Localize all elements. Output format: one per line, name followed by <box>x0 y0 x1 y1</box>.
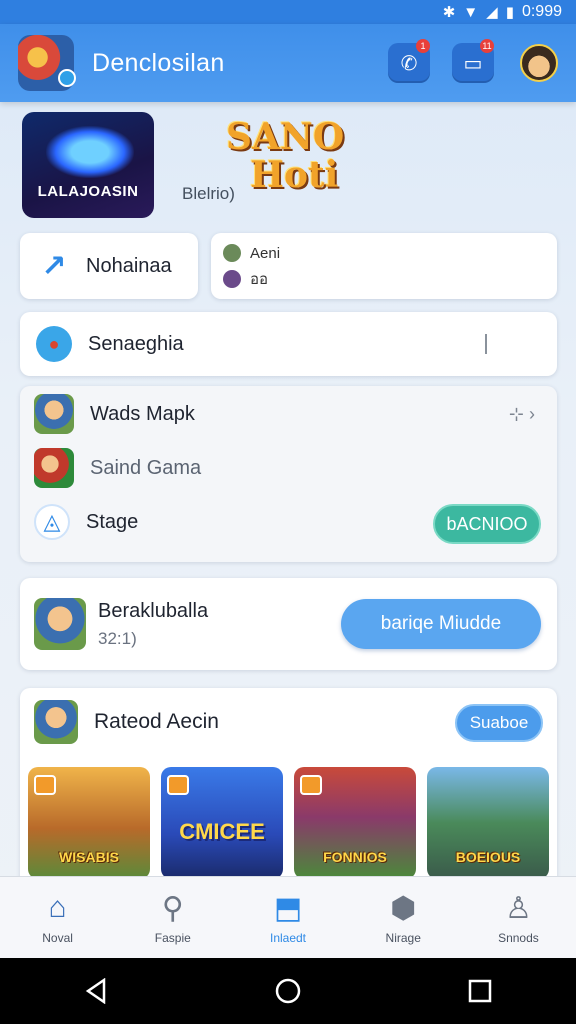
search-card[interactable]: ● Senaeghia <box>20 312 557 376</box>
game-tile[interactable]: FONNIOS <box>294 767 416 879</box>
nav-store[interactable]: ⬒ Inlaedt <box>230 877 345 958</box>
nav-shield[interactable]: ⬢ Nirage <box>346 877 461 958</box>
tile-badge-icon <box>300 775 322 795</box>
bug-icon: ● <box>36 326 72 362</box>
menu-list-card: Wads Mapk Saind Gama ◬ Stage ⊹ › bACNIOO <box>20 386 557 562</box>
featured-tile-label: LALAJOASIN <box>37 183 139 200</box>
featured-caption: Blelrio) <box>182 184 235 203</box>
back-button[interactable] <box>66 966 126 1016</box>
game-tile[interactable]: BOEIOUS <box>427 767 549 879</box>
list-item-label: Stage <box>86 510 139 533</box>
bottom-nav: ⌂ Noval ⚲ Faspie ⬒ Inlaedt ⬢ Nirage ♙ Sn… <box>0 876 576 958</box>
nav-label: Nirage <box>385 930 421 945</box>
app-header: Denclosilan ✆ 1 ▭ 11 <box>0 24 576 102</box>
quick-item-label: Aeni <box>250 244 281 262</box>
list-item-label: Wads Mapk <box>90 402 195 425</box>
signal-icon: ◢ <box>486 4 498 21</box>
list-item-label: Saind Gama <box>90 456 202 479</box>
game-tiles: WISABIS CMICEE FONNIOS BOEIOUS <box>28 767 549 879</box>
system-nav-bar <box>0 958 576 1024</box>
text-cursor <box>485 334 487 354</box>
game-icon <box>34 448 74 488</box>
nav-profile[interactable]: ♙ Snnods <box>461 877 576 958</box>
featured-logo-line2: Hoti <box>250 154 339 196</box>
home-icon: ⌂ <box>48 890 67 924</box>
avatar[interactable] <box>520 44 558 82</box>
game-tile-label: CMICEE <box>179 819 265 844</box>
bluetooth-icon: ✱ <box>442 4 456 21</box>
game-icon <box>34 598 86 650</box>
recents-icon <box>468 979 492 1003</box>
stage-action-button[interactable]: bACNIOO <box>433 504 541 544</box>
nav-label: Noval <box>42 930 73 945</box>
home-system-button[interactable] <box>258 966 318 1016</box>
nav-label: Inlaedt <box>269 930 307 945</box>
featured-logo[interactable]: SANO Hoti <box>226 118 356 204</box>
nav-search[interactable]: ⚲ Faspie <box>115 877 230 958</box>
logo-badge-icon <box>58 69 76 87</box>
featured-section: LALAJOASIN SANO Hoti Blelrio) <box>20 112 560 222</box>
game-tile[interactable]: CMICEE <box>161 767 283 879</box>
list-item[interactable]: Wads Mapk <box>34 388 543 440</box>
nav-label: Snnods <box>498 930 539 945</box>
rated-section: Rateod Aecin Suaboe WISABIS CMICEE FONNI… <box>20 688 557 888</box>
featured-art <box>46 126 134 178</box>
nav-label: Faspie <box>154 930 191 945</box>
tile-badge-icon <box>34 775 56 795</box>
app-logo[interactable] <box>18 35 76 91</box>
status-bar: ✱ ▼ ◢ ▮ 0:999 <box>0 0 576 24</box>
game-icon <box>34 394 74 434</box>
rated-title: Rateod Aecin <box>94 710 219 733</box>
game-tile[interactable]: WISABIS <box>28 767 150 879</box>
quick-item-label: ออ <box>250 271 269 288</box>
quick-card-left-label: Nohainaa <box>86 254 172 277</box>
game-tile-label: WISABIS <box>59 849 119 865</box>
messages-badge: 11 <box>480 39 494 53</box>
rated-see-all-button[interactable]: Suaboe <box>455 704 543 742</box>
search-card-label: Senaeghia <box>88 332 184 355</box>
app-title: Denclosilan <box>92 48 225 77</box>
status-time: 0:999 <box>521 3 562 20</box>
recents-button[interactable] <box>450 966 510 1016</box>
messages-button[interactable]: ▭ 11 <box>452 39 494 83</box>
game-avatar-icon <box>223 270 241 288</box>
back-icon <box>85 978 106 1004</box>
profile-icon: ♙ <box>504 891 532 925</box>
promo-button[interactable]: bariqe Miudde <box>341 599 541 649</box>
store-icon: ⬒ <box>273 891 303 925</box>
call-badge: 1 <box>416 39 430 53</box>
chevron-right-icon[interactable]: ⊹ › <box>509 404 535 425</box>
message-icon: ▭ <box>463 52 483 75</box>
promo-card: Berakluballa 32:1) bariqe Miudde <box>20 578 557 670</box>
game-avatar-icon <box>223 244 241 262</box>
wifi-icon: ▼ <box>463 3 479 21</box>
search-icon: ⚲ <box>161 891 184 925</box>
stage-icon: ◬ <box>34 504 70 540</box>
game-icon <box>34 700 78 744</box>
featured-logo-line1: SANO <box>226 116 345 158</box>
shield-icon: ⬢ <box>390 891 417 925</box>
game-tile-label: BOEIOUS <box>455 849 521 865</box>
quick-card-right[interactable]: Aeni ออ <box>211 233 557 299</box>
call-button[interactable]: ✆ 1 <box>388 39 430 83</box>
quick-item[interactable]: ออ <box>223 266 545 292</box>
promo-subtitle: 32:1) <box>98 628 137 648</box>
battery-icon: ▮ <box>505 4 514 21</box>
arrow-icon: ↗ <box>41 249 67 283</box>
tile-badge-icon <box>167 775 189 795</box>
featured-game-tile[interactable]: LALAJOASIN <box>22 112 154 218</box>
home-circle-icon <box>275 978 301 1004</box>
game-tile-label: FONNIOS <box>323 849 387 865</box>
phone-icon: ✆ <box>400 52 418 75</box>
nav-home[interactable]: ⌂ Noval <box>0 877 115 958</box>
list-item[interactable]: Saind Gama <box>34 442 543 494</box>
quick-item[interactable]: Aeni <box>223 240 545 266</box>
quick-card-left[interactable]: ↗ Nohainaa <box>20 233 198 299</box>
promo-title: Berakluballa <box>98 599 209 622</box>
